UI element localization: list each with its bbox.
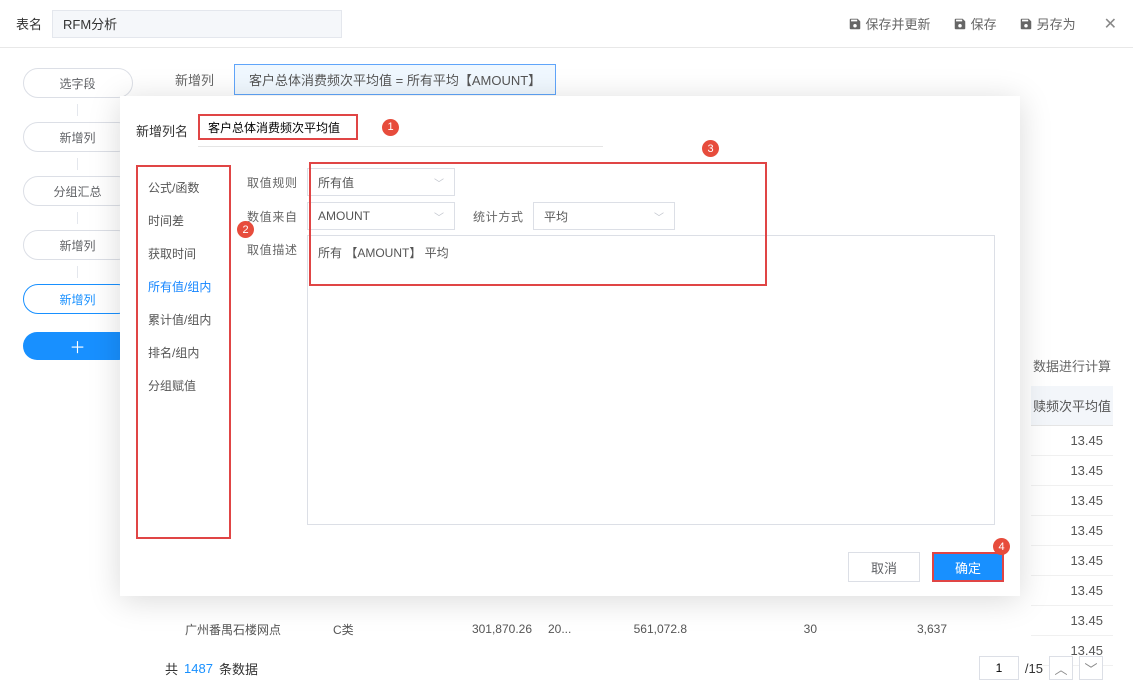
func-gettime[interactable]: 获取时间 [138, 237, 229, 270]
cancel-button[interactable]: 取消 [848, 552, 920, 582]
func-rank[interactable]: 排名/组内 [138, 336, 229, 369]
ok-button[interactable]: 确定 [932, 552, 1004, 582]
header-right: 保存并更新 保存 另存为 ✕ [848, 14, 1117, 34]
table-cell: 13.45 [1031, 426, 1113, 456]
function-list: 公式/函数 时间差 获取时间 所有值/组内 累计值/组内 排名/组内 分组赋值 [136, 165, 231, 539]
app-header: 表名 保存并更新 保存 另存为 ✕ [0, 0, 1133, 48]
save-as-icon [1019, 17, 1033, 31]
stat-value: 平均 [544, 208, 568, 225]
row-v2: 20... [540, 622, 580, 636]
callout-2: 2 [237, 221, 254, 238]
formula-badge[interactable]: 客户总体消费频次平均值 = 所有平均【AMOUNT】 [234, 64, 556, 95]
save-icon [953, 17, 967, 31]
table-cell: 13.45 [1031, 456, 1113, 486]
source-label: 数值来自 [247, 208, 297, 225]
form-area: 取值规则 所有值 ﹀ 数值来自 AMOUNT ﹀ 统计方式 平均 ﹀ [247, 165, 1004, 539]
modal-body: 公式/函数 时间差 获取时间 所有值/组内 累计值/组内 排名/组内 分组赋值 … [120, 165, 1020, 555]
callout-4: 4 [993, 538, 1010, 555]
step-add-col-3[interactable]: 新增列 [23, 284, 133, 314]
rule-value: 所有值 [318, 174, 354, 191]
desc-box[interactable]: 所有 【AMOUNT】 平均 [307, 235, 995, 525]
source-value: AMOUNT [318, 209, 370, 223]
row-v1: 301,870.26 [425, 622, 540, 636]
row-v4: 30 [695, 622, 825, 636]
func-formula[interactable]: 公式/函数 [138, 171, 229, 204]
table-cell: 13.45 [1031, 576, 1113, 606]
row-class: C类 [325, 621, 425, 638]
calc-label: 数据进行计算 [1033, 356, 1111, 375]
table-cell: 13.45 [1031, 486, 1113, 516]
table-cell: 13.45 [1031, 546, 1113, 576]
save-update-button[interactable]: 保存并更新 [848, 14, 931, 33]
save-refresh-icon [848, 17, 862, 31]
save-update-label: 保存并更新 [866, 14, 931, 33]
callout-3: 3 [702, 140, 719, 157]
footer-prefix: 共 [165, 659, 178, 678]
func-groupassign[interactable]: 分组赋值 [138, 369, 229, 402]
chevron-down-icon: ﹀ [1084, 659, 1097, 678]
save-button[interactable]: 保存 [953, 14, 997, 33]
func-timediff[interactable]: 时间差 [138, 204, 229, 237]
page-total: /15 [1025, 661, 1043, 676]
add-col-label: 新增列 [175, 70, 214, 89]
row-store: 广州番禺石楼网点 [155, 621, 325, 638]
row-desc: 取值描述 所有 【AMOUNT】 平均 [247, 235, 1004, 525]
chevron-down-icon: ﹀ [434, 175, 444, 190]
header-left: 表名 [16, 10, 342, 38]
chevron-down-icon: ﹀ [654, 209, 664, 224]
modal-header: 新增列名 1 [120, 96, 1020, 165]
rule-label: 取值规则 [247, 174, 297, 191]
step-add-col-1[interactable]: 新增列 [23, 122, 133, 152]
step-add-col-2[interactable]: 新增列 [23, 230, 133, 260]
chevron-down-icon: ﹀ [434, 209, 444, 224]
pager: /15 ︿ ﹀ [979, 656, 1103, 680]
modal-name-input[interactable] [198, 114, 358, 140]
footer-suffix: 条数据 [219, 659, 258, 678]
save-as-label: 另存为 [1037, 14, 1076, 33]
footer-count: 1487 [184, 661, 213, 676]
source-select[interactable]: AMOUNT ﹀ [307, 202, 455, 230]
func-allvalues[interactable]: 所有值/组内 [138, 270, 229, 303]
add-step-button[interactable]: ＋ [23, 332, 133, 360]
stat-select[interactable]: 平均 ﹀ [533, 202, 675, 230]
table-cell: 13.45 [1031, 516, 1113, 546]
add-col-row: 新增列 客户总体消费频次平均值 = 所有平均【AMOUNT】 [175, 64, 1113, 95]
chevron-up-icon: ︿ [1054, 659, 1067, 678]
callout-1: 1 [382, 119, 399, 136]
step-select-fields[interactable]: 选字段 [23, 68, 133, 98]
table-row: 广州番禺石楼网点 C类 301,870.26 20... 561,072.8 3… [155, 614, 1133, 644]
row-v5: 3,637 [825, 622, 955, 636]
desc-text: 所有 【AMOUNT】 平均 [318, 246, 449, 260]
col-header: 赎频次平均值 [1031, 386, 1113, 426]
stat-label: 统计方式 [473, 208, 523, 225]
page-input[interactable] [979, 656, 1019, 680]
table-name-label: 表名 [16, 14, 42, 33]
modal-footer: 取消 确定 [848, 552, 1004, 582]
add-column-modal: 新增列名 1 公式/函数 时间差 获取时间 所有值/组内 累计值/组内 排名/组… [120, 96, 1020, 596]
step-group-summary[interactable]: 分组汇总 [23, 176, 133, 206]
rule-select[interactable]: 所有值 ﹀ [307, 168, 455, 196]
table-footer: 共 1487 条数据 /15 ︿ ﹀ [155, 654, 1113, 682]
save-label: 保存 [971, 14, 997, 33]
page-next-button[interactable]: ﹀ [1079, 656, 1103, 680]
row-rule: 取值规则 所有值 ﹀ [247, 165, 1004, 199]
modal-name-label: 新增列名 [136, 121, 188, 140]
page-prev-button[interactable]: ︿ [1049, 656, 1073, 680]
modal-name-wrap: 1 [198, 114, 603, 147]
save-as-button[interactable]: 另存为 [1019, 14, 1076, 33]
desc-label: 取值描述 [247, 235, 297, 258]
row-v3: 561,072.8 [580, 622, 695, 636]
func-cumvalues[interactable]: 累计值/组内 [138, 303, 229, 336]
table-name-input[interactable] [52, 10, 342, 38]
close-icon[interactable]: ✕ [1104, 14, 1117, 34]
row-source: 数值来自 AMOUNT ﹀ 统计方式 平均 ﹀ [247, 199, 1004, 233]
